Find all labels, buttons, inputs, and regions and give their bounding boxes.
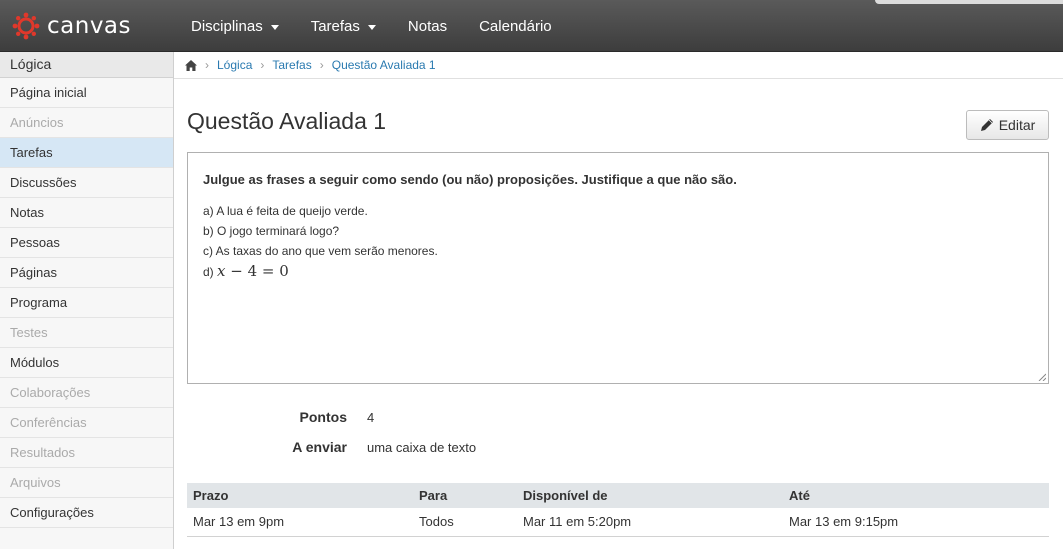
edit-label: Editar xyxy=(998,117,1036,133)
nav-calendario[interactable]: Calendário xyxy=(463,0,568,52)
math-variable: x xyxy=(217,262,226,280)
sidebar-item-arquivos[interactable]: Arquivos xyxy=(0,468,173,498)
column-header: Disponível de xyxy=(517,483,783,508)
table-cell: Todos xyxy=(413,508,517,537)
chevron-right-icon: › xyxy=(319,58,324,72)
sidebar-item-conferencias[interactable]: Conferências xyxy=(0,408,173,438)
nav-notas[interactable]: Notas xyxy=(392,0,463,52)
user-menu-area xyxy=(875,0,1063,4)
sidebar-item-tarefas[interactable]: Tarefas xyxy=(0,138,173,168)
sidebar-item-resultados[interactable]: Resultados xyxy=(0,438,173,468)
sidebar-item-configuracoes[interactable]: Configurações xyxy=(0,498,173,528)
sidebar-item-programa[interactable]: Programa xyxy=(0,288,173,318)
edit-button[interactable]: Editar xyxy=(966,110,1049,140)
sidebar-item-notas[interactable]: Notas xyxy=(0,198,173,228)
column-header: Prazo xyxy=(187,483,413,508)
math-equation: x − 4 = 0 xyxy=(217,262,289,280)
due-dates-table: Prazo Para Disponível de Até Mar 13 em 9… xyxy=(187,483,1049,537)
breadcrumb-current[interactable]: Questão Avaliada 1 xyxy=(332,58,436,72)
brand-name: canvas xyxy=(47,13,132,39)
table-cell: Mar 13 em 9:15pm xyxy=(783,508,1049,537)
description-line: c) As taxas do ano que vem serão menores… xyxy=(203,244,438,258)
home-icon[interactable] xyxy=(185,59,197,71)
canvas-logo[interactable]: canvas xyxy=(12,10,131,42)
sidebar-item-testes[interactable]: Testes xyxy=(0,318,173,348)
table-header-row: Prazo Para Disponível de Até xyxy=(187,483,1049,508)
sidebar-item-modulos[interactable]: Módulos xyxy=(0,348,173,378)
description-line: a) A lua é feita de queijo verde. xyxy=(203,204,368,218)
sidebar-item-pessoas[interactable]: Pessoas xyxy=(0,228,173,258)
breadcrumb: › Lógica › Tarefas › Questão Avaliada 1 xyxy=(174,52,1063,79)
nav-tarefas[interactable]: Tarefas xyxy=(295,0,392,52)
column-header: Para xyxy=(413,483,517,508)
submit-value: uma caixa de texto xyxy=(367,440,477,455)
chevron-right-icon: › xyxy=(205,58,209,72)
description-heading: Julgue as frases a seguir como sendo (ou… xyxy=(203,172,737,187)
caret-down-icon xyxy=(367,24,376,30)
table-cell: Mar 13 em 9pm xyxy=(187,508,413,537)
assignment-description: Julgue as frases a seguir como sendo (ou… xyxy=(187,152,1049,384)
math-rest: − 4 = 0 xyxy=(230,262,289,280)
sidebar-item-anuncios[interactable]: Anúncios xyxy=(0,108,173,138)
course-title[interactable]: Lógica xyxy=(0,52,173,78)
table-cell: Mar 11 em 5:20pm xyxy=(517,508,783,537)
sidebar-item-paginas[interactable]: Páginas xyxy=(0,258,173,288)
sidebar-item-colaboracoes[interactable]: Colaborações xyxy=(0,378,173,408)
global-header: canvas Disciplinas Tarefas Notas Calendá… xyxy=(0,0,1063,52)
nav-disciplinas[interactable]: Disciplinas xyxy=(175,0,295,52)
pencil-icon xyxy=(980,119,993,131)
course-sidebar: Lógica Página inicial Anúncios Tarefas D… xyxy=(0,52,174,549)
sidebar-item-discussoes[interactable]: Discussões xyxy=(0,168,173,198)
math-prefix: d) xyxy=(203,265,214,279)
description-line: b) O jogo terminará logo? xyxy=(203,224,340,238)
points-value: 4 xyxy=(367,410,375,425)
nav-label: Tarefas xyxy=(310,17,360,35)
description-math-line: d) x − 4 = 0 xyxy=(203,261,1033,281)
nav-label: Calendário xyxy=(479,17,552,35)
canvas-logo-icon xyxy=(12,12,40,40)
points-label: Pontos xyxy=(299,409,347,425)
global-nav: Disciplinas Tarefas Notas Calendário xyxy=(175,0,568,52)
page-title: Questão Avaliada 1 xyxy=(187,108,387,134)
breadcrumb-course[interactable]: Lógica xyxy=(217,58,252,72)
submit-label: A enviar xyxy=(292,439,347,455)
nav-label: Disciplinas xyxy=(191,17,263,35)
sidebar-item-pagina-inicial[interactable]: Página inicial xyxy=(0,78,173,108)
table-row: Mar 13 em 9pm Todos Mar 11 em 5:20pm Mar… xyxy=(187,508,1049,537)
chevron-right-icon: › xyxy=(260,58,265,72)
caret-down-icon xyxy=(270,24,279,30)
nav-label: Notas xyxy=(407,17,448,35)
column-header: Até xyxy=(783,483,1049,508)
resize-handle-icon[interactable] xyxy=(1038,373,1046,381)
breadcrumb-tarefas[interactable]: Tarefas xyxy=(272,58,311,72)
